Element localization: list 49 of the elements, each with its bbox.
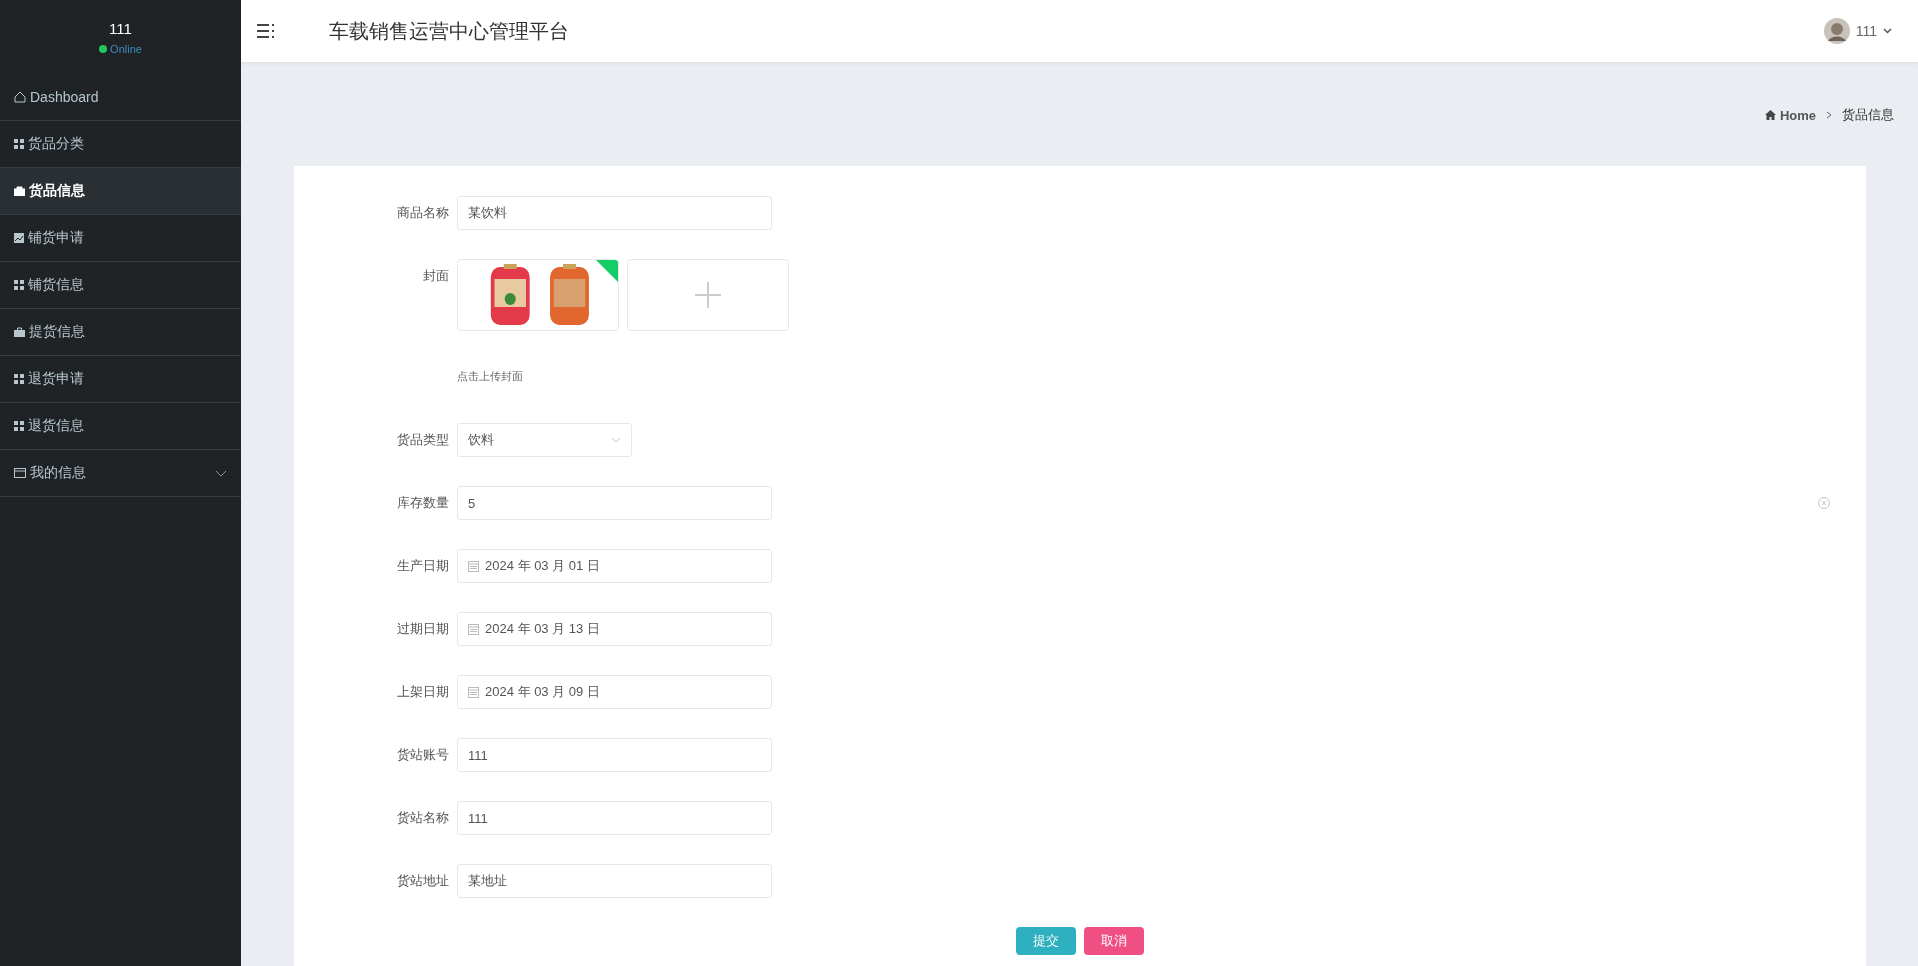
online-status: Online: [99, 42, 142, 55]
calendar-icon: [468, 686, 479, 698]
user-menu[interactable]: 111: [1823, 18, 1892, 44]
sidebar-item[interactable]: 货品信息: [0, 168, 241, 215]
field-label: 货站账号: [396, 746, 450, 764]
window-icon: [14, 468, 26, 478]
home-icon: [1764, 110, 1776, 120]
avatar-icon: [1823, 18, 1850, 44]
type-select[interactable]: 饮料: [457, 423, 632, 457]
field-label: 货品类型: [396, 431, 450, 449]
text-field[interactable]: 某饮料: [457, 196, 772, 230]
grid-icon: [14, 374, 24, 384]
text-field[interactable]: 某地址: [457, 864, 772, 898]
text-field[interactable]: 111: [457, 738, 772, 772]
breadcrumb-current: 货品信息: [1842, 106, 1894, 124]
briefcase-icon: [14, 327, 25, 337]
text-field[interactable]: 5: [457, 486, 772, 520]
date-field[interactable]: 2024 年 03 月 13 日: [457, 612, 772, 646]
field-label: 上架日期: [396, 683, 450, 701]
field-label: 生产日期: [396, 557, 450, 575]
user-name: 111: [109, 19, 132, 37]
calendar-icon: [468, 623, 479, 635]
app-title: 车载销售运营中心管理平台: [329, 18, 570, 44]
grid-icon: [14, 421, 24, 431]
calendar-icon: [468, 560, 479, 572]
upload-hint: 点击上传封面: [457, 369, 524, 384]
field-label: 货站名称: [396, 809, 450, 827]
grid-icon: [14, 280, 24, 290]
date-field[interactable]: 2024 年 03 月 09 日: [457, 675, 772, 709]
cover-thumbnail[interactable]: [457, 259, 619, 331]
home-icon: [14, 91, 26, 103]
grid-icon: [14, 139, 24, 149]
field-label: 过期日期: [396, 620, 450, 638]
text-field[interactable]: 111: [457, 801, 772, 835]
success-corner-icon: [596, 260, 618, 282]
chevron-down-icon: [611, 437, 621, 443]
chevron-right-icon: [1826, 111, 1832, 119]
date-field[interactable]: 2024 年 03 月 01 日: [457, 549, 772, 583]
bag-icon: [14, 186, 25, 196]
chevron-down-icon: [1883, 28, 1892, 34]
plus-icon: [695, 282, 721, 308]
field-label: 货站地址: [396, 872, 450, 890]
upload-tile[interactable]: [627, 259, 789, 331]
field-label: 商品名称: [396, 204, 450, 222]
breadcrumb-home-link[interactable]: Home: [1764, 107, 1816, 123]
chart-icon: [14, 233, 24, 243]
field-label: 封面: [422, 267, 450, 285]
menu-icon[interactable]: [257, 23, 275, 39]
field-label: 库存数量: [396, 494, 450, 512]
